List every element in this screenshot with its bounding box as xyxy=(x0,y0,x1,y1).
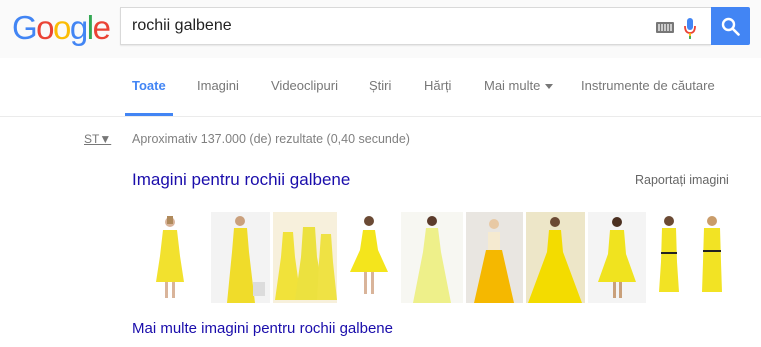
result-stats: Aproximativ 137.000 (de) rezultate (0,40… xyxy=(132,132,410,146)
microphone-icon[interactable] xyxy=(683,16,697,40)
tab-all[interactable]: Toate xyxy=(132,78,166,93)
image-thumb-7[interactable] xyxy=(526,212,585,303)
image-thumb-1[interactable] xyxy=(132,212,208,303)
image-thumb-10[interactable] xyxy=(692,212,732,303)
logo-letter: g xyxy=(69,9,88,46)
tab-more-label: Mai multe xyxy=(484,78,541,93)
header: Google rochii galbene xyxy=(0,0,761,58)
tab-videos[interactable]: Videoclipuri xyxy=(271,78,338,93)
search-button[interactable] xyxy=(711,7,750,45)
search-query[interactable]: rochii galbene xyxy=(132,17,232,35)
keyboard-icon[interactable] xyxy=(656,22,674,33)
dress-photo xyxy=(474,219,514,303)
dress-photo xyxy=(659,216,679,292)
dress-photo xyxy=(598,217,636,298)
image-thumb-8[interactable] xyxy=(588,212,646,303)
images-section-title[interactable]: Imagini pentru rochii galbene xyxy=(132,170,350,190)
image-thumb-5[interactable] xyxy=(401,212,463,303)
caret-down-icon xyxy=(545,84,554,90)
logo-letter: e xyxy=(92,9,111,46)
tab-images[interactable]: Imagini xyxy=(197,78,239,93)
dress-photo xyxy=(156,216,184,298)
search-input[interactable]: rochii galbene xyxy=(120,7,711,45)
tab-maps[interactable]: Hărți xyxy=(424,78,451,93)
dress-photo xyxy=(350,216,388,294)
search-tabs: Toate Imagini Videoclipuri Știri Hărți M… xyxy=(0,58,761,117)
image-thumb-3[interactable] xyxy=(273,212,337,303)
logo-letter: o xyxy=(36,9,54,46)
search-icon xyxy=(721,17,740,36)
dress-photo xyxy=(702,216,722,292)
dress-photo xyxy=(275,227,337,300)
report-images-link[interactable]: Raportați imagini xyxy=(635,173,729,187)
dress-photo xyxy=(227,216,265,303)
google-logo[interactable]: Google xyxy=(12,9,111,46)
image-thumb-2[interactable] xyxy=(211,212,270,303)
more-images-link[interactable]: Mai multe imagini pentru rochii galbene xyxy=(132,320,393,337)
st-toggle[interactable]: ST▼ xyxy=(84,132,111,146)
logo-letter: o xyxy=(53,9,71,46)
logo-letter: G xyxy=(12,9,38,46)
image-thumb-4[interactable] xyxy=(340,212,398,303)
tab-search-tools[interactable]: Instrumente de căutare xyxy=(581,78,715,93)
image-thumb-9[interactable] xyxy=(649,212,689,303)
dress-photo xyxy=(528,217,582,303)
dress-photo xyxy=(413,216,451,303)
tab-more[interactable]: Mai multe xyxy=(484,78,554,93)
image-thumb-6[interactable] xyxy=(466,212,523,303)
tab-news[interactable]: Știri xyxy=(369,78,391,93)
active-tab-indicator xyxy=(125,113,173,116)
